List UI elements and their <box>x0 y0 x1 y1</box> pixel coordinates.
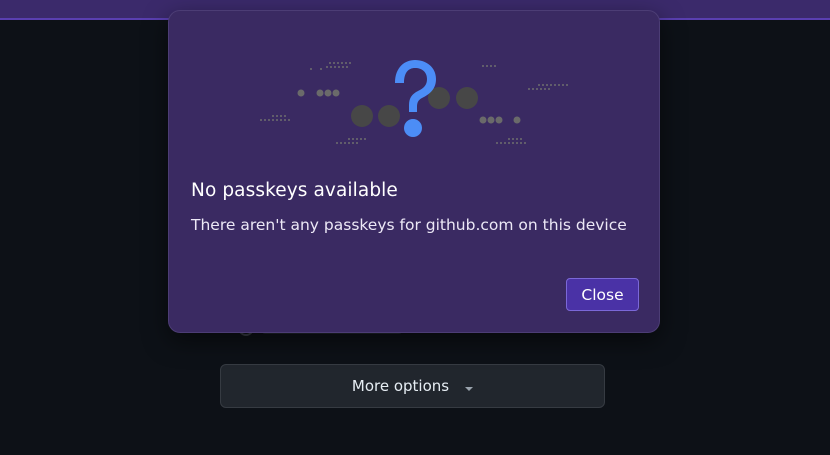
dialog-title: No passkeys available <box>191 180 398 201</box>
more-options-label: More options <box>351 377 450 395</box>
no-passkeys-dialog: No passkeys available There aren't any p… <box>168 10 660 333</box>
close-button[interactable]: Close <box>566 278 639 311</box>
more-options-button[interactable]: More options <box>220 364 605 408</box>
caret-down-icon <box>465 387 474 391</box>
question-mark-icon <box>260 60 568 144</box>
page: More options No passkeys available There… <box>0 0 830 455</box>
dialog-message: There aren't any passkeys for github.com… <box>191 216 627 234</box>
